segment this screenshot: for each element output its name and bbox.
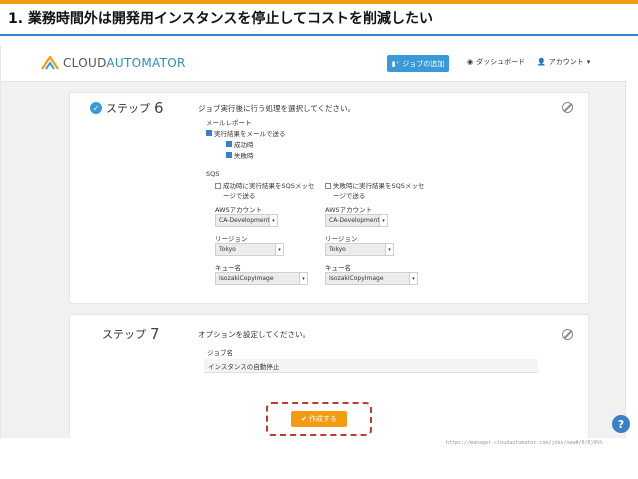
- caret-down-icon: ▾: [586, 58, 591, 66]
- slide-title: 1. 業務時間外は開発用インスタンスを停止してコストを削減したい: [8, 11, 433, 27]
- select-caret-icon: ▾: [409, 273, 417, 284]
- select-caret-icon: ▾: [379, 215, 387, 226]
- on-success-label: 成功時: [234, 141, 254, 149]
- sqs-heading: SQS: [206, 170, 220, 178]
- job-name-value: インスタンスの自動停止: [208, 362, 280, 371]
- on-failure-label: 失敗時: [234, 152, 254, 160]
- disable-step7-icon[interactable]: [562, 329, 573, 340]
- success-queue-value: IsozakiCopyImage: [219, 275, 274, 282]
- job-name-input[interactable]: インスタンスの自動停止: [204, 359, 538, 373]
- step6-label: ステップ: [106, 102, 150, 115]
- checkbox-unchecked-icon: [325, 183, 331, 189]
- on-success-checkbox[interactable]: 成功時: [226, 139, 254, 149]
- help-icon[interactable]: ?: [612, 415, 630, 433]
- failure-queue-value: IsozakiCopyImage: [329, 275, 384, 282]
- failure-region-label: リージョン: [325, 235, 358, 243]
- sqs-success-label: 成功時に実行結果をSQSメッセージで送る: [223, 182, 315, 200]
- top-accent-stripe: [0, 0, 638, 4]
- step6-card: ✓ ステップ 6 ジョブ実行後に行う処理を選択してください。 メールレポート 実…: [69, 92, 589, 304]
- account-label: アカウント: [548, 58, 584, 66]
- disable-step6-icon[interactable]: [562, 102, 573, 113]
- logo-text-cloud: CLOUD: [63, 56, 107, 70]
- sqs-failure-label: 失敗時に実行結果をSQSメッセージで送る: [333, 182, 425, 200]
- select-caret-icon: ▾: [299, 273, 307, 284]
- add-job-label: ジョブの追加: [402, 59, 445, 68]
- dashboard-link[interactable]: ◉ ダッシュボード: [467, 57, 525, 67]
- check-circle-icon: ✔: [301, 415, 307, 423]
- account-menu[interactable]: 👤 アカウント ▾: [537, 57, 590, 67]
- create-button[interactable]: ✔ 作成する: [291, 411, 347, 427]
- checkbox-checked-icon: [206, 130, 212, 136]
- step7-heading: ステップ 7: [102, 325, 160, 343]
- success-region-label: リージョン: [215, 235, 248, 243]
- job-plus-icon: ▮⁺: [391, 59, 400, 68]
- success-queue-label: キュー名: [215, 264, 241, 272]
- step6-description: ジョブ実行後に行う処理を選択してください。: [198, 104, 356, 113]
- success-aws-account-label: AWSアカウント: [215, 206, 263, 214]
- send-results-label: 実行結果をメールで送る: [214, 130, 286, 138]
- failure-aws-account-select[interactable]: CA-Development ▾: [325, 214, 388, 227]
- step7-number: 7: [150, 325, 160, 343]
- on-failure-checkbox[interactable]: 失敗時: [226, 150, 254, 160]
- step6-heading: ✓ ステップ 6: [90, 99, 164, 117]
- checkbox-checked-icon: [226, 152, 232, 158]
- failure-queue-label: キュー名: [325, 264, 351, 272]
- page-url: https://manager.cloudautomator.com/jobs/…: [446, 440, 603, 446]
- logo-text-automator: AUTOMATOR: [106, 56, 186, 70]
- step6-number: 6: [154, 99, 164, 117]
- user-icon: 👤: [537, 58, 546, 66]
- success-aws-account-select[interactable]: CA-Development ▾: [215, 214, 278, 227]
- dashboard-gauge-icon: ◉: [467, 58, 474, 66]
- checkbox-checked-icon: [226, 141, 232, 147]
- select-caret-icon: ▾: [275, 244, 283, 255]
- success-region-value: Tokyo: [219, 246, 236, 253]
- logo[interactable]: CLOUDAUTOMATOR: [41, 56, 186, 70]
- checkbox-unchecked-icon: [215, 183, 221, 189]
- failure-aws-account-label: AWSアカウント: [325, 206, 373, 214]
- failure-region-value: Tokyo: [329, 246, 346, 253]
- add-job-button[interactable]: ▮⁺ ジョブの追加: [387, 55, 449, 72]
- select-caret-icon: ▾: [385, 244, 393, 255]
- select-caret-icon: ▾: [269, 215, 277, 226]
- dashboard-label: ダッシュボード: [476, 58, 526, 66]
- check-circle-icon: ✓: [90, 102, 102, 114]
- app-frame: CLOUDAUTOMATOR ▮⁺ ジョブの追加 ◉ ダッシュボード 👤 アカウ…: [0, 46, 627, 438]
- create-button-label: 作成する: [308, 415, 337, 423]
- mail-report-heading: メールレポート: [206, 119, 252, 127]
- logo-mark-icon: [41, 56, 59, 70]
- send-results-checkbox[interactable]: 実行結果をメールで送る: [206, 128, 286, 138]
- title-divider: [0, 34, 638, 36]
- failure-region-select[interactable]: Tokyo ▾: [325, 243, 394, 256]
- failure-aws-account-value: CA-Development: [329, 217, 380, 224]
- failure-queue-select[interactable]: IsozakiCopyImage ▾: [325, 272, 418, 285]
- step7-label: ステップ: [102, 328, 146, 341]
- success-queue-select[interactable]: IsozakiCopyImage ▾: [215, 272, 308, 285]
- job-name-label: ジョブ名: [207, 349, 233, 357]
- success-aws-account-value: CA-Development: [219, 217, 270, 224]
- navbar: CLOUDAUTOMATOR ▮⁺ ジョブの追加 ◉ ダッシュボード 👤 アカウ…: [1, 46, 627, 82]
- step7-description: オプションを設定してください。: [198, 330, 311, 339]
- success-region-select[interactable]: Tokyo ▾: [215, 243, 284, 256]
